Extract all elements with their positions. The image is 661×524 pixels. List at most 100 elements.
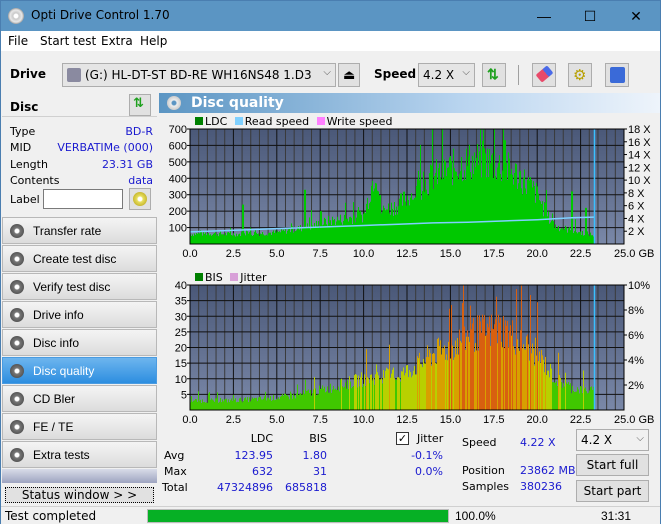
nav-disc-info[interactable]: Disc info [2, 329, 157, 356]
data-bar [504, 140, 505, 244]
data-bar [353, 202, 354, 244]
data-bar [242, 204, 243, 244]
erase-button[interactable] [532, 63, 556, 87]
data-bar [308, 227, 309, 244]
menu-file[interactable]: File [8, 34, 28, 48]
data-bar [587, 231, 588, 244]
label-disc-button[interactable] [129, 188, 151, 210]
nav-fe-te[interactable]: FE / TE [2, 413, 157, 440]
minimize-button[interactable]: — [521, 1, 567, 31]
disc-header: Disc ⇅ [2, 93, 157, 117]
data-bar [547, 370, 548, 410]
data-bar [455, 171, 456, 244]
data-bar [584, 388, 585, 410]
data-bar [508, 152, 509, 244]
data-bar [542, 355, 543, 410]
data-bar [422, 367, 423, 410]
data-bar [286, 395, 287, 410]
nav-cd-bler[interactable]: CD Bler [2, 385, 157, 412]
status-window-button[interactable]: Status window > > [5, 487, 154, 503]
disc-refresh-button[interactable]: ⇅ [129, 94, 151, 116]
data-bar [302, 227, 303, 244]
data-bar [243, 400, 244, 410]
disc-info-panel: Type BD-R MID VERBATIMe (000) Length 23.31 … [2, 118, 157, 216]
data-bar [493, 178, 494, 244]
data-bar [425, 363, 426, 410]
data-bar [452, 185, 453, 244]
nav-create-test-disc[interactable]: Create test disc [2, 245, 157, 272]
nav-disc-quality[interactable]: Disc quality [2, 357, 157, 384]
eject-button[interactable]: ⏏ [338, 63, 360, 87]
data-bar [554, 227, 555, 244]
data-bar [579, 393, 580, 410]
data-bar [375, 182, 376, 244]
nav-extra-tests[interactable]: Extra tests [2, 441, 157, 468]
data-bar [418, 358, 419, 410]
nav-label: Disc info [33, 336, 80, 350]
start-full-button[interactable]: Start full [576, 454, 649, 476]
data-bar [441, 179, 442, 244]
data-bar [200, 399, 201, 410]
data-bar [384, 208, 385, 244]
start-part-button[interactable]: Start part [576, 480, 649, 502]
data-bar [490, 345, 491, 410]
data-bar [396, 206, 397, 244]
data-bar [254, 232, 255, 244]
data-bar [420, 363, 421, 410]
data-bar [306, 227, 307, 244]
data-bar [532, 343, 533, 410]
data-bar [562, 387, 563, 410]
data-bar [527, 334, 528, 410]
data-bar [319, 385, 320, 410]
position-label: Position [462, 464, 505, 477]
data-bar [364, 374, 365, 410]
nav-drive-info[interactable]: Drive info [2, 301, 157, 328]
data-bar [354, 375, 355, 410]
data-bar [445, 161, 446, 244]
data-bar [275, 230, 276, 244]
y-tick-label: 35 [175, 296, 187, 308]
data-bar [407, 195, 408, 244]
data-bar [276, 398, 277, 410]
nav-transfer-rate[interactable]: Transfer rate [2, 217, 157, 244]
data-bar [466, 336, 467, 410]
menu-help[interactable]: Help [140, 34, 167, 48]
data-bar [505, 140, 506, 244]
menu-start-test[interactable]: Start test [40, 34, 96, 48]
menu-extra[interactable]: Extra [101, 34, 133, 48]
data-bar [372, 380, 373, 410]
data-bar [522, 194, 523, 244]
drive-select[interactable]: (G:) HL-DT-ST BD-RE WH16NS48 1.D3 ⌵ [62, 63, 336, 87]
refresh-button[interactable]: ⇅ [482, 63, 506, 87]
test-speed-select[interactable]: 4.2 X ⌵ [576, 429, 649, 451]
data-bar [412, 199, 413, 244]
data-bar [473, 173, 474, 244]
data-bar [561, 228, 562, 244]
data-bar [420, 144, 421, 244]
data-bar [332, 389, 333, 410]
x-tick-label: 0.0 [182, 248, 197, 260]
speed-select[interactable]: 4.2 X ⌵ [418, 63, 475, 87]
data-bar [510, 325, 511, 410]
maximize-button[interactable]: ☐ [567, 1, 613, 31]
data-bar [321, 388, 322, 410]
data-bar [569, 227, 570, 244]
data-bar [514, 172, 515, 244]
data-bar [236, 233, 237, 244]
data-bar [387, 209, 388, 244]
data-bar [570, 383, 571, 410]
data-bar [345, 202, 346, 244]
data-bar [325, 392, 326, 410]
settings-button[interactable]: ⚙ [568, 63, 592, 87]
jitter-checkbox[interactable]: ✓ [396, 432, 409, 445]
data-bar [495, 319, 496, 410]
x-tick-label: 2.5 [226, 414, 241, 426]
data-bar [502, 347, 503, 410]
transfer-rate-icon [10, 224, 24, 238]
label-input[interactable] [43, 189, 123, 209]
data-bar [390, 377, 391, 410]
data-bar [222, 234, 223, 244]
nav-verify-test-disc[interactable]: Verify test disc [2, 273, 157, 300]
close-button[interactable]: ✕ [613, 1, 659, 31]
save-button[interactable] [605, 63, 629, 87]
